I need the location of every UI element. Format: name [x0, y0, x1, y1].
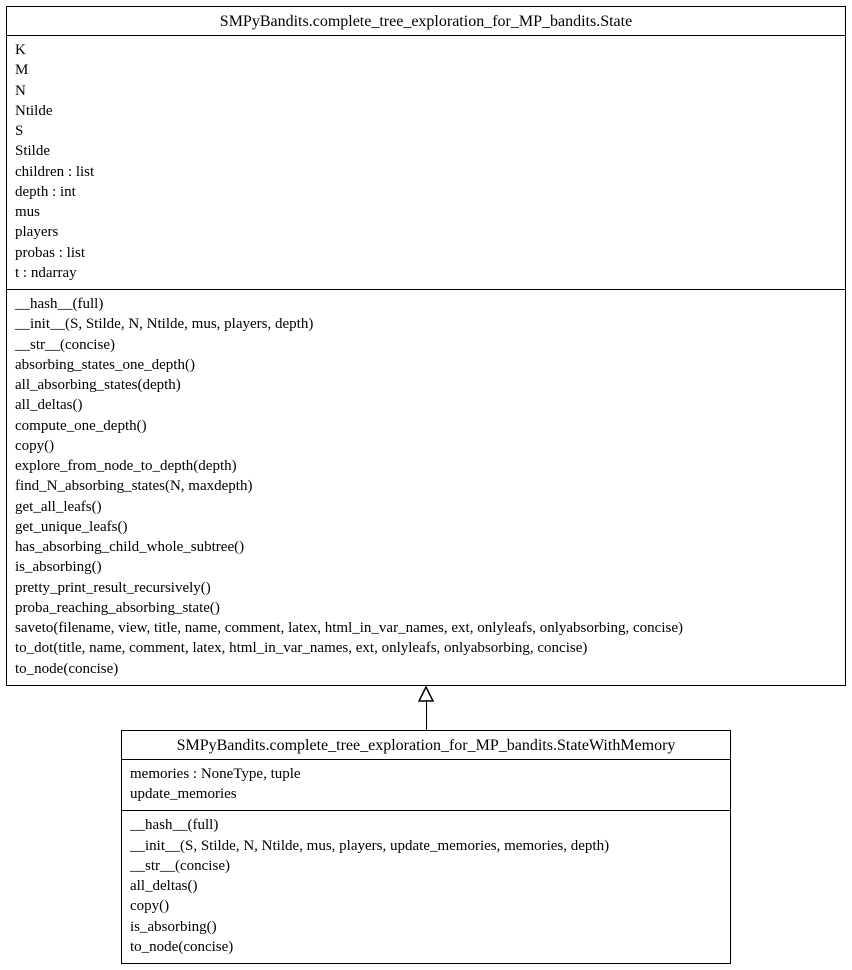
method: copy()	[15, 436, 837, 456]
method: get_all_leafs()	[15, 497, 837, 517]
method: pretty_print_result_recursively()	[15, 578, 837, 598]
attr: N	[15, 81, 837, 101]
method: compute_one_depth()	[15, 416, 837, 436]
method: proba_reaching_absorbing_state()	[15, 598, 837, 618]
method: __hash__(full)	[130, 815, 722, 835]
attr: Stilde	[15, 141, 837, 161]
method: to_node(concise)	[130, 937, 722, 957]
method: all_deltas()	[130, 876, 722, 896]
method: all_deltas()	[15, 395, 837, 415]
attr: children : list	[15, 162, 837, 182]
method: __str__(concise)	[130, 856, 722, 876]
attr: probas : list	[15, 243, 837, 263]
attr: memories : NoneType, tuple	[130, 764, 722, 784]
class-methods-state: __hash__(full) __init__(S, Stilde, N, Nt…	[7, 289, 845, 685]
method: __init__(S, Stilde, N, Ntilde, mus, play…	[15, 314, 837, 334]
class-methods-statewithmemory: __hash__(full) __init__(S, Stilde, N, Nt…	[122, 810, 730, 963]
connector-line	[426, 700, 427, 730]
class-title-statewithmemory: SMPyBandits.complete_tree_exploration_fo…	[122, 731, 730, 760]
method: has_absorbing_child_whole_subtree()	[15, 537, 837, 557]
method: is_absorbing()	[15, 557, 837, 577]
method: __str__(concise)	[15, 335, 837, 355]
method: all_absorbing_states(depth)	[15, 375, 837, 395]
class-title-state: SMPyBandits.complete_tree_exploration_fo…	[7, 7, 845, 36]
method: saveto(filename, view, title, name, comm…	[15, 618, 837, 638]
method: to_dot(title, name, comment, latex, html…	[15, 638, 837, 658]
attr: S	[15, 121, 837, 141]
class-box-state: SMPyBandits.complete_tree_exploration_fo…	[6, 6, 846, 686]
attr: update_memories	[130, 784, 722, 804]
method: get_unique_leafs()	[15, 517, 837, 537]
attr: K	[15, 40, 837, 60]
attr: Ntilde	[15, 101, 837, 121]
uml-class-diagram: SMPyBandits.complete_tree_exploration_fo…	[6, 6, 846, 964]
class-attributes-statewithmemory: memories : NoneType, tuple update_memori…	[122, 760, 730, 811]
method: find_N_absorbing_states(N, maxdepth)	[15, 476, 837, 496]
method: explore_from_node_to_depth(depth)	[15, 456, 837, 476]
method: __hash__(full)	[15, 294, 837, 314]
method: to_node(concise)	[15, 659, 837, 679]
class-box-statewithmemory: SMPyBandits.complete_tree_exploration_fo…	[121, 730, 731, 964]
method: is_absorbing()	[130, 917, 722, 937]
method: copy()	[130, 896, 722, 916]
attr: depth : int	[15, 182, 837, 202]
attr: players	[15, 222, 837, 242]
attr: M	[15, 60, 837, 80]
attr: mus	[15, 202, 837, 222]
inheritance-connector	[6, 686, 846, 730]
method: absorbing_states_one_depth()	[15, 355, 837, 375]
method: __init__(S, Stilde, N, Ntilde, mus, play…	[130, 836, 722, 856]
attr: t : ndarray	[15, 263, 837, 283]
class-attributes-state: K M N Ntilde S Stilde children : list de…	[7, 36, 845, 289]
